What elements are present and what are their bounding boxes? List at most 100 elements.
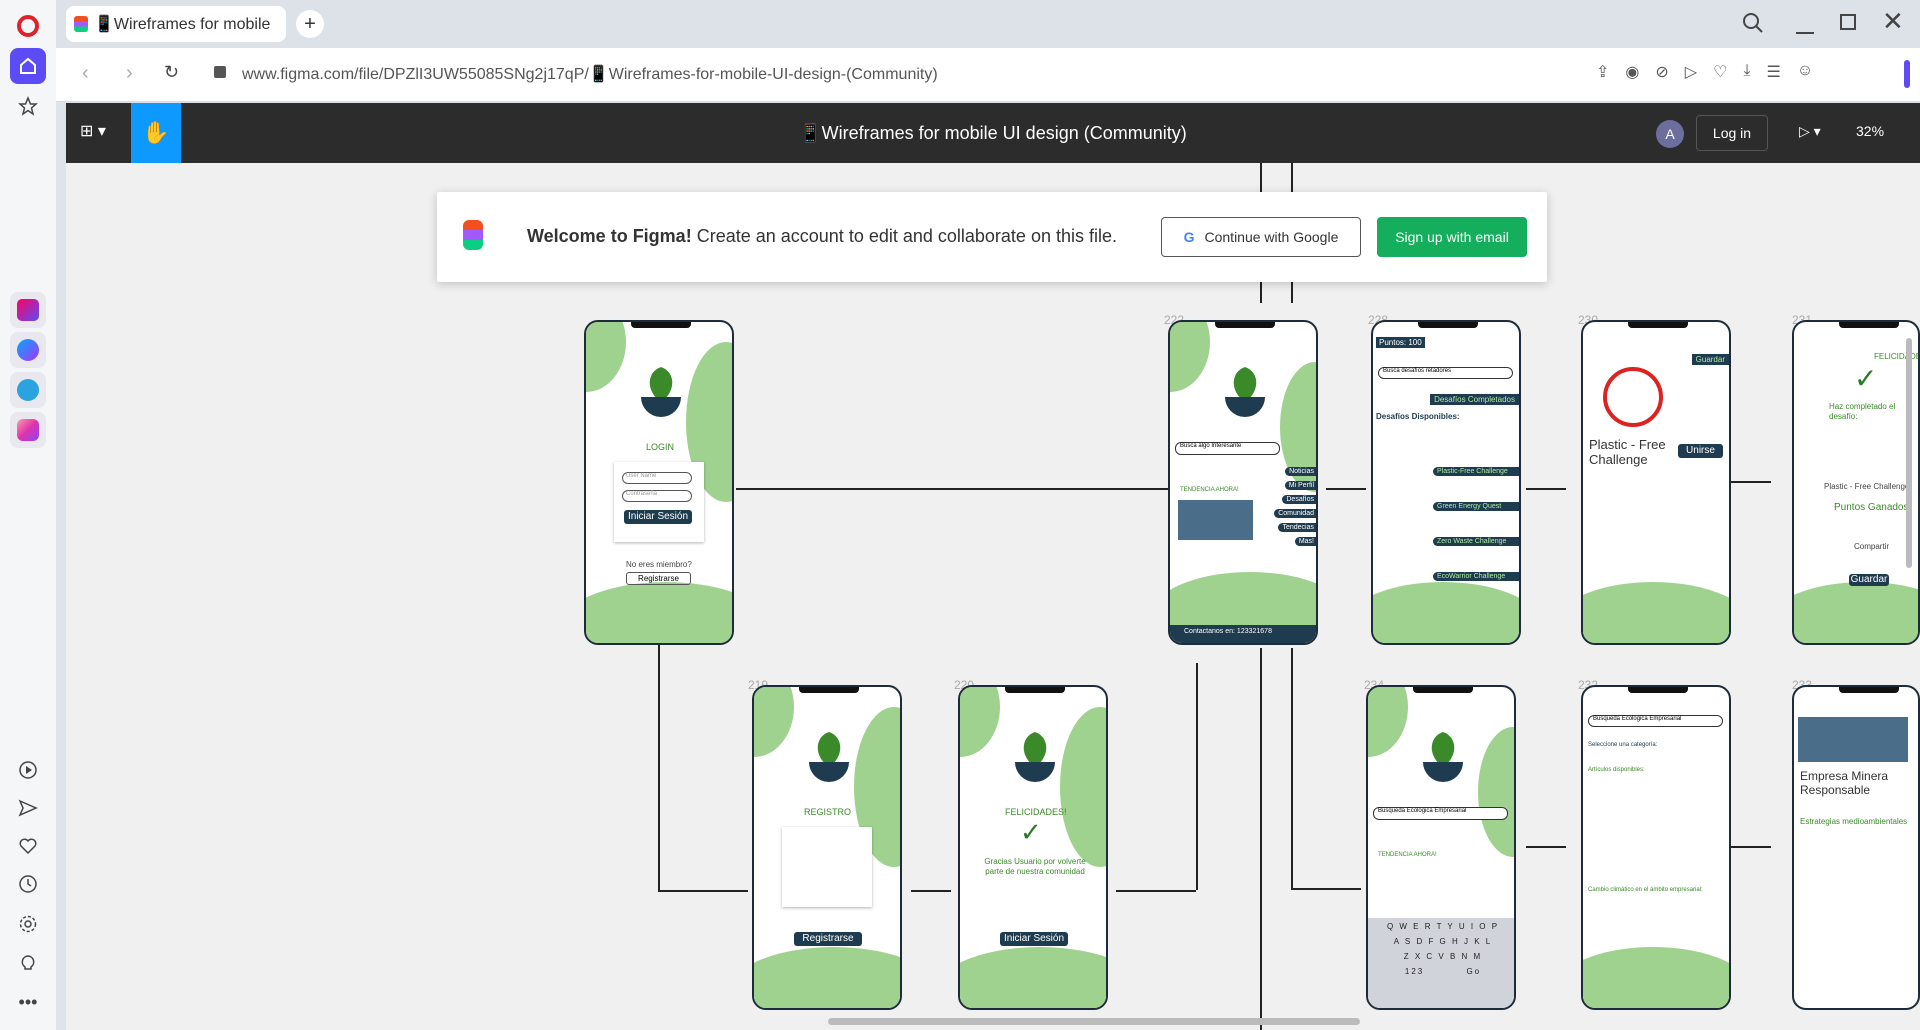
home-icon[interactable] — [10, 48, 46, 84]
search-bar[interactable]: Busqueda Ecologica Empresarial — [1373, 807, 1508, 820]
register-button[interactable]: Registrarse — [794, 932, 862, 946]
telegram-icon[interactable] — [10, 372, 46, 408]
instagram-icon[interactable] — [10, 412, 46, 448]
aria-icon[interactable] — [10, 292, 46, 328]
flow-line — [1526, 846, 1566, 848]
present-button[interactable]: ▷ ▾ — [1799, 123, 1821, 140]
tab-figma[interactable]: 📱Wireframes for mobile — [66, 6, 286, 42]
login-button[interactable]: Iniciar Sesión — [1000, 932, 1068, 946]
login-button[interactable]: Log in — [1696, 115, 1768, 151]
menu-item[interactable]: Comunidad — [1274, 509, 1316, 518]
flow-line — [1260, 648, 1262, 1030]
settings-icon[interactable] — [10, 906, 46, 942]
frame-231[interactable]: FELICIDADES! ✓ Haz completado el desafío… — [1792, 320, 1920, 645]
figma-canvas[interactable]: LOGIN User Name Contraseña Iniciar Sesió… — [66, 163, 1920, 1030]
reload-icon[interactable]: ↻ — [164, 62, 179, 83]
camera-icon[interactable]: ◉ — [1625, 62, 1639, 82]
tips-icon[interactable] — [10, 946, 46, 982]
messenger-icon[interactable] — [10, 332, 46, 368]
new-tab-button[interactable]: + — [296, 10, 324, 38]
opera-logo-icon[interactable] — [10, 8, 46, 44]
keyboard-row[interactable]: Z X C V B N M — [1404, 952, 1482, 961]
frame-login[interactable]: LOGIN User Name Contraseña Iniciar Sesió… — [584, 320, 734, 645]
adblock-icon[interactable]: ⊘ — [1655, 62, 1668, 82]
menu-item[interactable]: Desafíos — [1282, 495, 1316, 504]
username-field[interactable]: User Name — [622, 472, 692, 484]
register-button[interactable]: Registrarse — [626, 572, 691, 585]
join-button[interactable]: Unirse — [1678, 444, 1723, 458]
lock-icon[interactable] — [214, 66, 226, 78]
hand-tool-button[interactable]: ✋ — [131, 103, 181, 163]
search-bar[interactable]: Busca algo Interesante — [1175, 442, 1280, 455]
frame-233[interactable]: Empresa Minera Responsable Estrategias m… — [1792, 685, 1920, 1010]
trending-label: TENDENCIA AHORA! — [1378, 852, 1437, 858]
challenge-item[interactable]: Green Energy Quest — [1433, 502, 1519, 511]
password-field[interactable]: Contraseña — [622, 490, 692, 502]
tab-bar: 📱Wireframes for mobile + ✕ — [56, 0, 1920, 48]
sidebar-toggle-icon[interactable] — [1904, 60, 1910, 88]
menu-icon[interactable]: ☰ — [1767, 62, 1781, 82]
history-icon[interactable] — [10, 866, 46, 902]
frame-219[interactable]: REGISTRO Registrarse — [752, 685, 902, 1010]
menu-item[interactable]: Mas! — [1294, 537, 1316, 546]
leaf-logo-icon — [1210, 357, 1280, 427]
login-button[interactable]: Iniciar Sesión — [624, 510, 692, 524]
google-signin-button[interactable]: G Continue with Google — [1161, 217, 1361, 257]
keyboard-row[interactable]: Q W E R T Y U I O P — [1387, 922, 1499, 931]
send-icon[interactable] — [10, 790, 46, 826]
not-member-text: No eres miembro? — [626, 560, 692, 569]
maximize-icon[interactable] — [1840, 14, 1856, 30]
completed-challenges[interactable]: Desafíos Completados — [1430, 394, 1519, 405]
forward-icon[interactable]: › — [126, 62, 133, 85]
frame-232[interactable]: Busqueda Ecologica Empresarial Seleccion… — [1581, 685, 1731, 1010]
horizontal-scrollbar[interactable] — [828, 1018, 1360, 1025]
leaf-logo-icon — [794, 722, 864, 792]
frame-234[interactable]: Busqueda Ecologica Empresarial TENDENCIA… — [1366, 685, 1516, 1010]
challenge-item[interactable]: Zero Waste Challenge — [1433, 537, 1519, 546]
player-icon[interactable] — [10, 752, 46, 788]
email-signup-button[interactable]: Sign up with email — [1377, 217, 1527, 257]
download-icon[interactable]: ⤓ — [1743, 62, 1750, 82]
google-icon: G — [1183, 229, 1195, 245]
profile-icon[interactable]: ☺ — [1797, 62, 1813, 82]
menu-item[interactable]: Tendecias — [1278, 523, 1316, 532]
share-icon[interactable]: ⇪ — [1596, 62, 1609, 82]
flow-line — [1196, 663, 1198, 890]
keyboard-row[interactable]: 123 Go — [1405, 967, 1481, 976]
keyboard[interactable]: Q W E R T Y U I O P A S D F G H J K L Z X … — [1368, 918, 1514, 1008]
frame-228[interactable]: Puntos: 100 Busca desafíos retadores Des… — [1371, 320, 1521, 645]
url-field[interactable]: www.figma.com/file/DPZlI3UW55085SNg2j17q… — [242, 64, 938, 84]
search-tabs-icon[interactable] — [1742, 12, 1764, 39]
heart-icon[interactable] — [10, 828, 46, 864]
guardar-button[interactable]: Guardar — [1691, 354, 1729, 365]
back-icon[interactable]: ‹ — [82, 62, 89, 85]
congrats-label: FELICIDADES! — [1874, 352, 1918, 361]
more-icon[interactable]: ••• — [10, 984, 46, 1020]
close-window-icon[interactable]: ✕ — [1882, 6, 1904, 37]
welcome-message: Create an account to edit and collaborat… — [696, 226, 1117, 246]
mine-image — [1798, 717, 1908, 762]
challenge-search[interactable]: Busca desafíos retadores — [1378, 367, 1513, 379]
menu-item[interactable]: Mi Perfil — [1284, 481, 1316, 490]
frame-222[interactable]: Busca algo Interesante TENDENCIA AHORA! … — [1168, 320, 1318, 645]
frame-220[interactable]: FELICIDADES! ✓ Gracias Usuario por volve… — [958, 685, 1108, 1010]
zoom-level[interactable]: 32% — [1856, 123, 1884, 139]
frame-230[interactable]: Guardar Plastic - Free Challenge Unirse — [1581, 320, 1731, 645]
search-bar[interactable]: Busqueda Ecologica Empresarial — [1588, 715, 1723, 727]
play-icon[interactable]: ▷ — [1685, 62, 1697, 82]
avatar[interactable]: A — [1656, 120, 1684, 148]
bookmarks-icon[interactable] — [10, 88, 46, 124]
flow-line — [1731, 481, 1771, 483]
vertical-scrollbar[interactable] — [1906, 338, 1912, 568]
minimize-icon[interactable] — [1796, 12, 1814, 34]
available-label: Desafíos Disponibles: — [1376, 412, 1460, 421]
figma-menu-button[interactable]: ⊞ ▾ — [80, 121, 106, 141]
save-button[interactable]: Guardar — [1849, 574, 1889, 586]
challenge-item[interactable]: Plastic-Free Challenge — [1433, 467, 1519, 476]
climate-label: Cambio climático en el ámbito empresaria… — [1588, 887, 1703, 893]
leaf-logo-icon — [1000, 722, 1070, 792]
challenge-item[interactable]: EcoWarrior Challenge — [1433, 572, 1519, 581]
heart-icon[interactable]: ♡ — [1713, 62, 1727, 82]
keyboard-row[interactable]: A S D F G H J K L — [1394, 937, 1492, 946]
menu-item[interactable]: Noticias — [1285, 467, 1316, 476]
